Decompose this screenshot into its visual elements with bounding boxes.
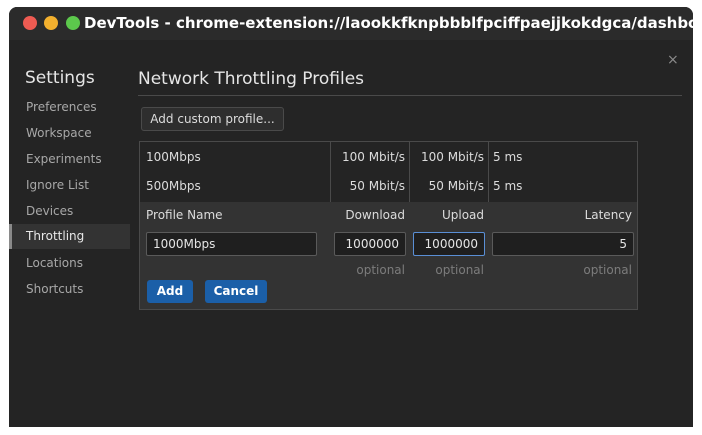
latency-cell: 5 ms <box>493 150 523 164</box>
sidebar-item-throttling[interactable]: Throttling <box>9 224 130 249</box>
throttling-profiles-table: 100Mbps 100 Mbit/s 100 Mbit/s 5 ms 500Mb… <box>139 141 638 310</box>
cancel-button[interactable]: Cancel <box>205 280 267 303</box>
window-title: DevTools - chrome-extension://laookkfknp… <box>84 14 693 32</box>
sidebar-item-devices[interactable]: Devices <box>9 199 130 224</box>
upload-input[interactable]: 1000000 <box>413 232 485 256</box>
add-button[interactable]: Add <box>147 280 193 303</box>
close-icon[interactable]: × <box>667 52 679 68</box>
sidebar-item-workspace[interactable]: Workspace <box>9 121 130 146</box>
download-input[interactable]: 1000000 <box>334 232 406 256</box>
divider <box>138 95 682 96</box>
window-close-button[interactable] <box>23 16 37 30</box>
settings-sidebar: Settings Preferences Workspace Experimen… <box>9 40 134 427</box>
sidebar-item-ignore-list[interactable]: Ignore List <box>9 173 130 198</box>
profile-name-header: Profile Name <box>146 208 223 222</box>
title-bar: DevTools - chrome-extension://laookkfknp… <box>9 7 693 40</box>
upload-header: Upload <box>441 208 484 222</box>
profile-name-cell: 500Mbps <box>146 179 201 193</box>
add-custom-profile-button[interactable]: Add custom profile... <box>141 107 284 131</box>
latency-cell: 5 ms <box>493 179 523 193</box>
profile-editor: Profile Name Download Upload Latency 100… <box>140 202 637 309</box>
sidebar-item-locations[interactable]: Locations <box>9 251 130 276</box>
settings-panel: × Settings Preferences Workspace Experim… <box>9 40 693 427</box>
profile-name-cell: 100Mbps <box>146 150 201 164</box>
download-cell: 50 Mbit/s <box>349 179 405 193</box>
sidebar-item-experiments[interactable]: Experiments <box>9 147 130 172</box>
latency-input[interactable]: 5 <box>492 232 634 256</box>
devtools-window: DevTools - chrome-extension://laookkfknp… <box>9 7 693 427</box>
upload-optional-hint: optional <box>435 263 484 277</box>
upload-cell: 100 Mbit/s <box>420 150 484 164</box>
sidebar-item-preferences[interactable]: Preferences <box>9 95 130 120</box>
download-header: Download <box>345 208 405 222</box>
download-optional-hint: optional <box>356 263 405 277</box>
download-cell: 100 Mbit/s <box>341 150 405 164</box>
table-row[interactable]: 100Mbps 100 Mbit/s 100 Mbit/s 5 ms <box>140 143 637 172</box>
profile-name-input[interactable]: 1000Mbps <box>146 232 317 256</box>
upload-cell: 50 Mbit/s <box>428 179 484 193</box>
page-title: Network Throttling Profiles <box>138 69 365 89</box>
table-row[interactable]: 500Mbps 50 Mbit/s 50 Mbit/s 5 ms <box>140 172 637 201</box>
latency-optional-hint: optional <box>583 263 632 277</box>
latency-header: Latency <box>584 208 632 222</box>
settings-title: Settings <box>25 68 95 88</box>
window-maximize-button[interactable] <box>66 16 80 30</box>
window-minimize-button[interactable] <box>44 16 58 30</box>
sidebar-item-shortcuts[interactable]: Shortcuts <box>9 277 130 302</box>
